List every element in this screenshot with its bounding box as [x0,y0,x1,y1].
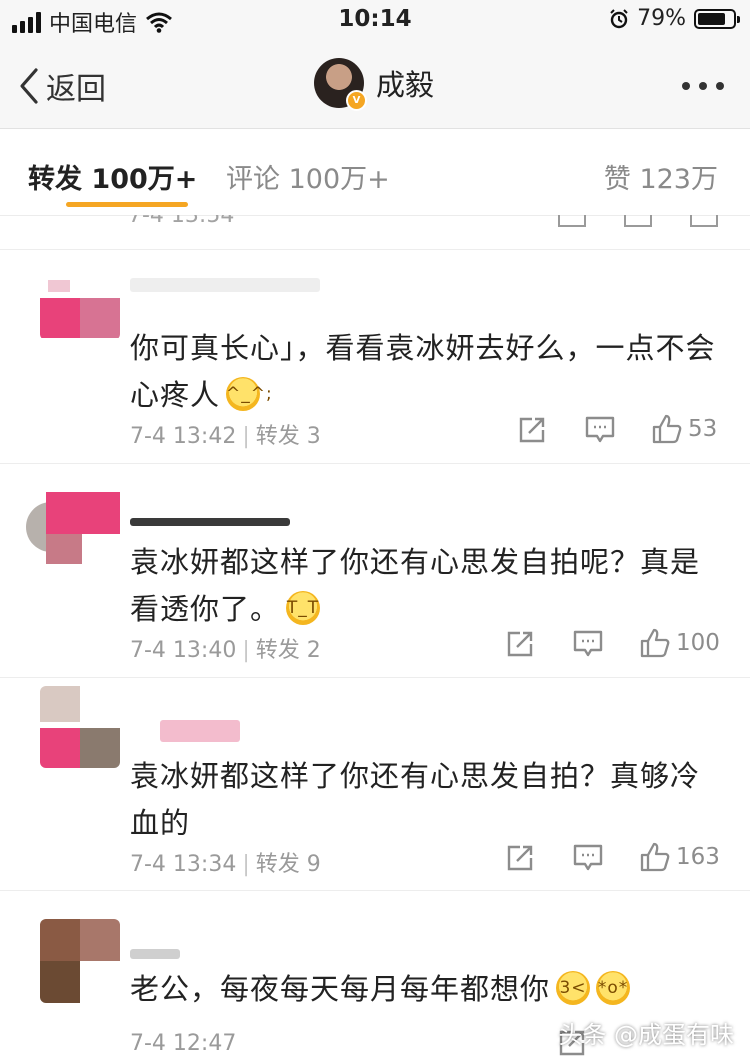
comment-icon [573,630,603,657]
list-item[interactable]: 袁冰妍都这样了你还有心思发自拍？真够冷血的 7-4 13:34 | 转发 9 163 [0,678,750,891]
poster-profile[interactable]: V 成毅 [314,58,435,111]
avatar[interactable]: V [314,58,367,111]
more-options-icon[interactable] [682,82,724,90]
timestamp: 7-4 12:47 [130,1031,237,1056]
kiss-heart-emoji-icon [556,971,591,1005]
timestamp: 7-4 13:42 [130,424,237,449]
tab-comments-count: 100万+ [288,164,390,195]
comment-meta: 7-4 12:47 [130,1031,236,1056]
status-bar: 中国电信 10:14 79% [0,0,750,42]
comment-text: 老公，每夜每天每月每年都想你 [130,966,720,1013]
repost-count: 转发 2 [255,638,321,663]
chevron-left-icon [20,68,38,104]
comment-button[interactable] [585,416,615,444]
like-count: 53 [688,416,718,442]
comment-meta: 7-4 13:42 | 转发 3 [130,418,321,450]
share-button[interactable] [518,416,546,444]
love-kiss-emoji-icon [596,971,631,1005]
thumbs-up-icon [640,628,670,658]
like-button[interactable]: 163 [640,842,720,872]
avatar[interactable] [26,478,120,564]
comment-text: 你可真长心」，看看袁冰妍去好么，一点不会心疼人 [130,325,720,419]
tab-likes-label: 赞 [603,164,631,195]
like-icon [690,215,718,227]
list-item[interactable]: 你可真长心」，看看袁冰妍去好么，一点不会心疼人 7-4 13:42|转发 3 5… [0,250,750,464]
tab-repost[interactable]: 转发 100万+ [28,157,197,196]
timestamp: 7-4 13:54 [128,215,235,228]
list-item-partial: 7-4 13:54 [0,215,750,250]
like-button[interactable]: 100 [640,628,720,658]
username-blurred[interactable] [160,720,240,742]
comment-icon [624,215,652,227]
back-button[interactable]: 返回 [18,64,106,108]
comment-text: 袁冰妍都这样了你还有心思发自拍呢？真是看透你了。 [130,539,720,633]
status-right: 79% [609,6,740,31]
tab-comments-label: 评论 [226,164,280,195]
active-tab-indicator [66,202,188,207]
battery-fill [698,12,725,25]
comment-button[interactable] [573,630,603,658]
share-icon [507,845,533,871]
share-button[interactable] [506,630,534,658]
share-icon [558,215,586,227]
crying-emoji-icon [286,591,321,625]
timestamp: 7-4 13:34 [130,852,237,877]
avatar[interactable] [40,919,120,1003]
comment-body: 袁冰妍都这样了你还有心思发自拍？真够冷血的 [130,759,701,840]
username-blurred[interactable] [130,278,320,292]
comment-button[interactable] [573,844,603,872]
comment-meta: 7-4 13:40 | 转发 2 [130,632,321,664]
tab-bar: 转发 100万+ 评论 100万+ 赞 123万 [0,129,750,216]
comment-icon [585,416,615,443]
tab-repost-count: 100万+ [91,164,198,195]
username-blurred[interactable] [130,949,180,959]
list-item[interactable]: 老公，每夜每天每月每年都想你 7-4 12:47 头条 @成蛋有味 [0,891,750,1064]
share-icon [507,631,533,657]
divider: | [242,424,250,449]
battery-icon [694,8,740,29]
list-item[interactable]: 袁冰妍都这样了你还有心思发自拍呢？真是看透你了。 7-4 13:40|转发 2 … [0,464,750,678]
like-count: 163 [676,844,720,870]
comment-text: 袁冰妍都这样了你还有心思发自拍？真够冷血的 [130,753,720,847]
like-count: 100 [676,630,720,656]
divider: | [242,638,250,663]
comment-body: 你可真长心」，看看袁冰妍去好么，一点不会心疼人 [130,331,716,412]
back-label: 返回 [46,72,106,107]
divider: | [242,852,250,877]
tab-likes-count: 123万 [639,164,718,195]
username-blurred[interactable] [130,518,290,526]
thumbs-up-icon [652,414,682,444]
thumbs-up-icon [640,842,670,872]
comment-icon [573,844,603,871]
comment-meta: 7-4 13:34 | 转发 9 [130,846,321,878]
watermark: 头条 @成蛋有味 [558,1021,734,1049]
timestamp: 7-4 13:40 [130,638,237,663]
nav-bar: 返回 V 成毅 [0,42,750,129]
repost-list[interactable]: 7-4 13:54 你可真长心」，看看袁冰妍去好么，一点不会心疼人 7-4 13… [0,215,750,1064]
comment-body: 老公，每夜每天每月每年都想你 [130,972,551,1006]
tab-likes[interactable]: 赞 123万 [604,157,718,196]
tab-comments[interactable]: 评论 100万+ [226,157,390,196]
tab-repost-label: 转发 [28,164,82,195]
sweat-smile-emoji-icon [226,377,261,411]
verified-badge-icon: V [346,90,367,111]
repost-count: 转发 3 [255,424,321,449]
avatar[interactable] [40,278,120,340]
share-icon [519,417,545,443]
comment-body: 袁冰妍都这样了你还有心思发自拍呢？真是看透你了。 [130,545,701,626]
battery-percent: 79% [637,6,686,31]
like-button[interactable]: 53 [652,414,717,444]
alarm-icon [610,8,628,28]
poster-name: 成毅 [376,68,435,102]
avatar[interactable] [40,686,120,768]
share-button[interactable] [506,844,534,872]
repost-count: 转发 9 [255,852,321,877]
